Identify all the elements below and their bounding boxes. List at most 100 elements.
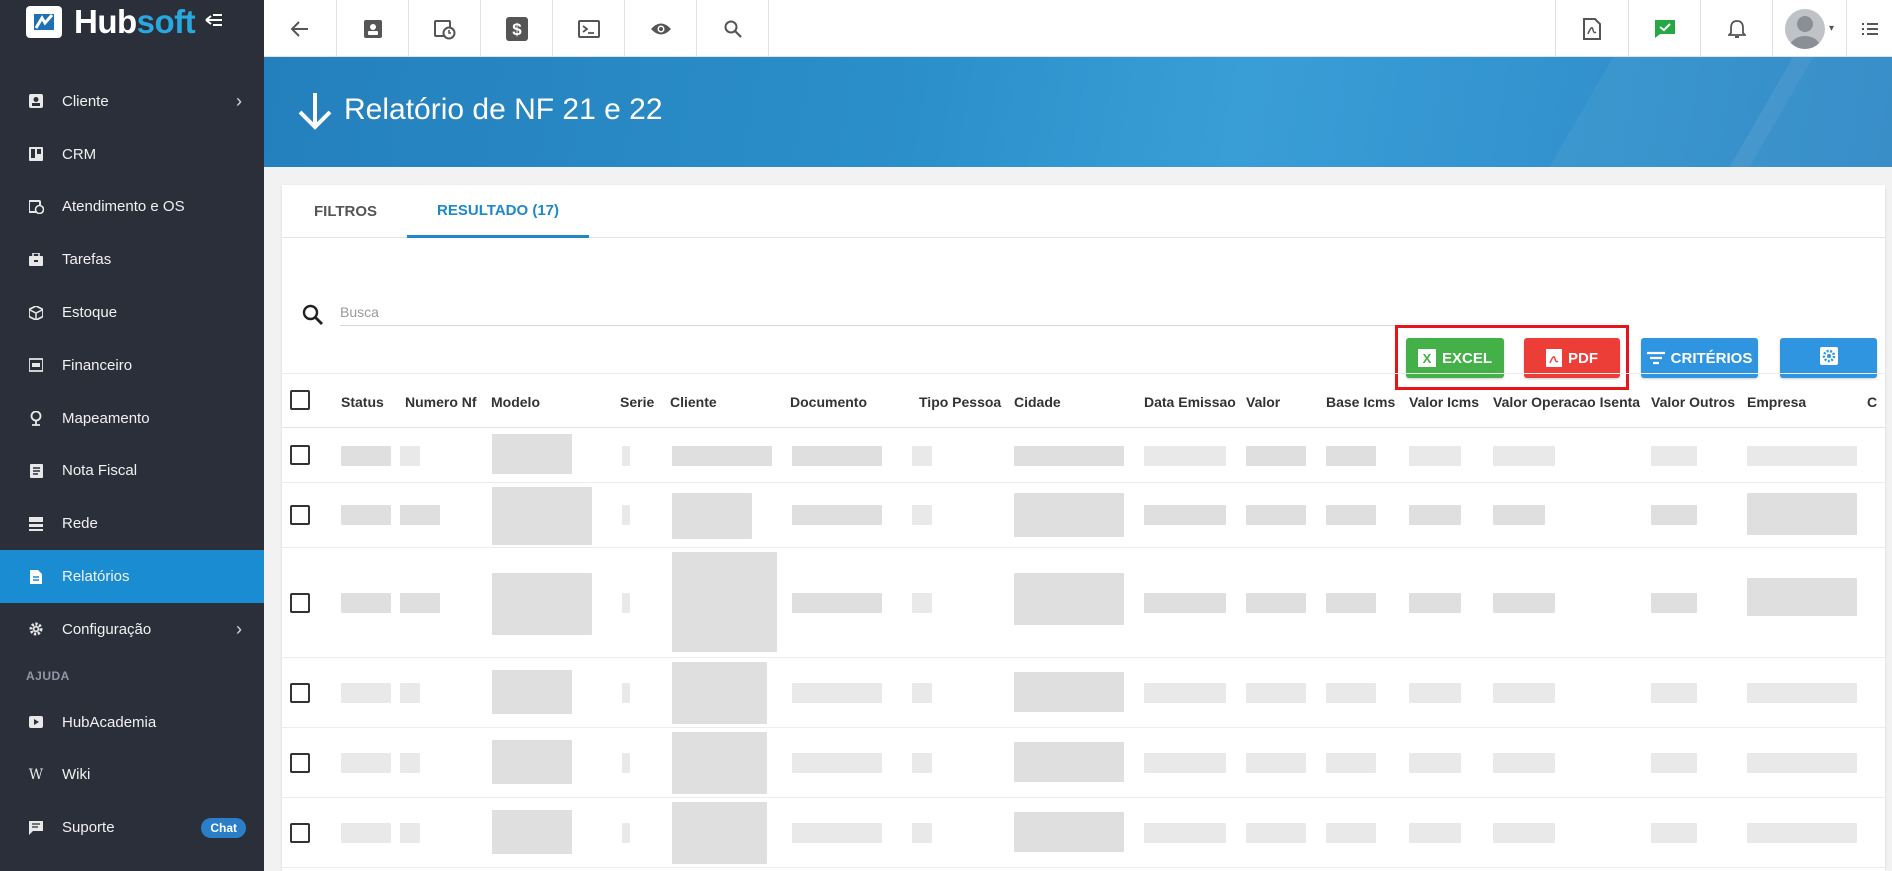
column-header[interactable]: Tipo Pessoa — [919, 374, 1001, 429]
map-pin-icon — [28, 410, 44, 426]
table-row[interactable] — [282, 728, 1885, 798]
sidebar-item-nota-fiscal[interactable]: Nota Fiscal — [0, 445, 264, 498]
column-header[interactable]: Cidade — [1014, 374, 1061, 429]
service-orders-shortcut-button[interactable] — [409, 0, 481, 57]
column-header[interactable]: Empresa — [1747, 374, 1806, 429]
redacted-cell — [1246, 753, 1306, 773]
briefcase-icon — [28, 252, 44, 268]
redacted-cell — [912, 505, 932, 525]
column-header[interactable]: Serie — [620, 374, 654, 429]
section-ajuda-heading: AJUDA — [26, 668, 70, 683]
table-row[interactable] — [282, 658, 1885, 728]
column-header[interactable]: Modelo — [491, 374, 540, 429]
redacted-cell — [341, 505, 391, 525]
pdf-shortcut-button[interactable] — [1555, 0, 1628, 57]
list-icon — [1861, 22, 1878, 35]
redacted-cell — [1747, 823, 1857, 843]
sidebar-item-wiki[interactable]: W Wiki — [0, 749, 264, 802]
column-header[interactable]: Valor Outros — [1651, 374, 1735, 429]
sidebar-item-rede[interactable]: Rede — [0, 497, 264, 550]
sidebar-item-tarefas[interactable]: Tarefas — [0, 233, 264, 286]
column-header[interactable]: Cliente — [670, 374, 717, 429]
row-checkbox[interactable] — [290, 752, 310, 773]
redacted-cell — [1144, 753, 1226, 773]
redacted-cell — [400, 446, 420, 466]
sidebar: Hubsoft Cliente › CRM Atendimento e OS T… — [0, 0, 264, 871]
sidebar-item-configuracao[interactable]: Configuração › — [0, 603, 264, 656]
back-button[interactable] — [264, 0, 337, 57]
column-header[interactable]: Status — [341, 374, 384, 429]
chat-badge[interactable]: Chat — [201, 817, 246, 838]
logo-icon — [26, 5, 62, 38]
terminal-shortcut-button[interactable] — [553, 0, 625, 57]
avatar — [1784, 8, 1825, 49]
notifications-check-button[interactable] — [1628, 0, 1700, 57]
redacted-cell — [672, 802, 767, 864]
row-checkbox[interactable] — [290, 822, 310, 843]
redacted-cell — [400, 593, 440, 613]
redacted-cell — [1144, 683, 1226, 703]
sidebar-item-hubacademia[interactable]: HubAcademia — [0, 696, 264, 749]
sidebar-item-cliente[interactable]: Cliente › — [0, 75, 264, 128]
sidebar-item-suporte[interactable]: Suporte Chat — [0, 801, 264, 854]
search-icon — [302, 304, 323, 325]
criteria-button[interactable]: CRITÉRIOS — [1641, 338, 1758, 378]
collapse-menu-icon[interactable] — [205, 10, 223, 33]
user-menu-button[interactable]: ▾ — [1772, 0, 1846, 57]
logo-text[interactable]: Hubsoft — [74, 5, 196, 38]
sidebar-item-atendimento[interactable]: Atendimento e OS — [0, 181, 264, 234]
filter-icon — [1646, 351, 1665, 365]
redacted-cell — [1246, 505, 1306, 525]
clients-shortcut-button[interactable] — [337, 0, 409, 57]
sidebar-item-crm[interactable]: CRM — [0, 128, 264, 181]
column-header[interactable]: Data Emissao — [1144, 374, 1236, 429]
sidebar-item-label: Atendimento e OS — [62, 198, 185, 216]
sidebar-item-label: Cliente — [62, 92, 109, 110]
table-row[interactable] — [282, 798, 1885, 868]
column-header[interactable]: Numero Nf — [405, 374, 477, 429]
row-checkbox[interactable] — [290, 505, 310, 525]
tab-resultado[interactable]: RESULTADO (17) — [407, 185, 589, 238]
view-shortcut-button[interactable] — [625, 0, 697, 57]
column-header[interactable]: C — [1867, 374, 1877, 429]
calendar-clock-icon — [433, 19, 455, 39]
search-input[interactable] — [340, 298, 1440, 326]
row-checkbox[interactable] — [290, 592, 310, 613]
notifications-button[interactable] — [1700, 0, 1772, 57]
column-header[interactable]: Valor Icms — [1409, 374, 1479, 429]
table-row[interactable] — [282, 483, 1885, 548]
table-row[interactable] — [282, 428, 1885, 483]
sidebar-item-relatorios[interactable]: Relatórios — [0, 550, 264, 603]
column-header[interactable]: Valor Operacao Isenta — [1493, 374, 1640, 429]
column-header[interactable]: Valor — [1246, 374, 1280, 429]
column-header[interactable]: Documento — [790, 374, 867, 429]
redacted-cell — [492, 740, 572, 784]
eye-icon — [650, 23, 671, 34]
column-settings-button[interactable] — [1780, 338, 1877, 378]
tab-filtros[interactable]: FILTROS — [284, 185, 407, 238]
redacted-cell — [1747, 683, 1857, 703]
contact-card-icon — [28, 93, 44, 109]
row-checkbox[interactable] — [290, 445, 310, 465]
pdf-export-button[interactable]: PDF — [1524, 338, 1620, 378]
search-shortcut-button[interactable] — [697, 0, 769, 57]
redacted-cell — [492, 810, 572, 854]
redacted-cell — [792, 505, 882, 525]
finance-shortcut-button[interactable]: $ — [481, 0, 553, 57]
redacted-cell — [1747, 578, 1857, 616]
select-all-checkbox[interactable] — [290, 390, 310, 410]
row-checkbox[interactable] — [290, 682, 310, 703]
excel-export-button[interactable]: X EXCEL — [1406, 338, 1504, 378]
table-row[interactable] — [282, 548, 1885, 658]
redacted-cell — [1409, 753, 1461, 773]
redacted-cell — [1326, 505, 1376, 525]
sidebar-item-mapeamento[interactable]: Mapeamento — [0, 392, 264, 445]
column-header[interactable]: Base Icms — [1326, 374, 1395, 429]
redacted-cell — [1014, 742, 1124, 782]
redacted-cell — [1326, 753, 1376, 773]
sidebar-item-financeiro[interactable]: Financeiro — [0, 339, 264, 392]
sidebar-item-estoque[interactable]: Estoque — [0, 286, 264, 339]
redacted-cell — [622, 753, 630, 773]
list-menu-button[interactable] — [1846, 0, 1892, 57]
result-toolbar: X EXCEL PDF CRITÉRIOS — [282, 238, 1885, 390]
